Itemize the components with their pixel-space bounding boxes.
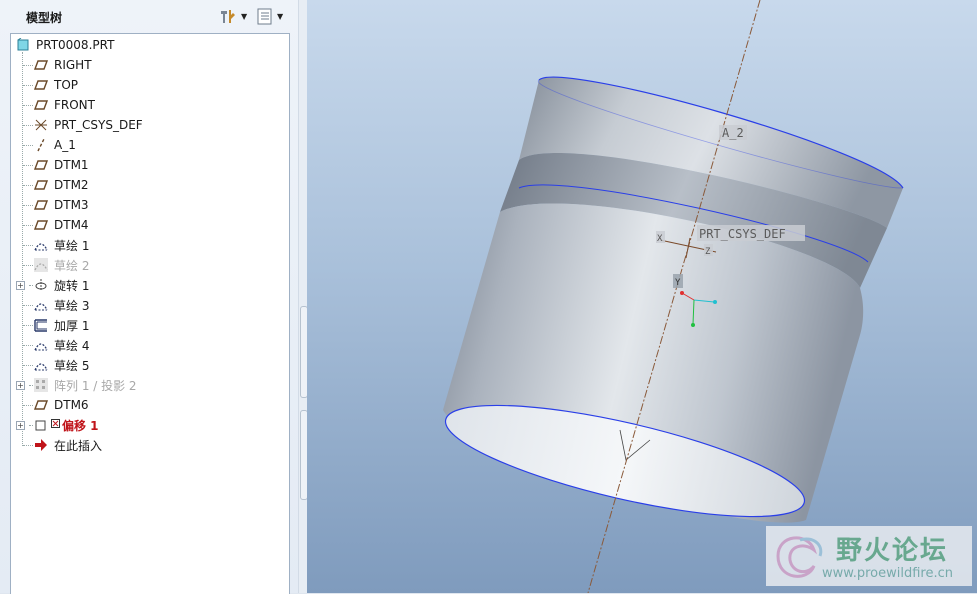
watermark-logo-icon [776,536,823,578]
sketch-icon [34,338,48,352]
tree-item-label: TOP [54,78,79,92]
model-3d-view: A_2 PRT_CSYS_DEF X Z Y [443,0,904,593]
tree-item-label: 草绘 2 [54,258,90,273]
tree-item-label: 偏移 1 [62,418,99,433]
tree-root-part[interactable]: PRT0008.PRT [11,35,287,55]
triad-x-dot [680,291,684,295]
datum-plane-icon [33,58,49,72]
expand-toggle[interactable]: + [16,421,25,430]
tree-item-label: 加厚 1 [54,318,90,333]
part-icon [16,37,30,52]
tree-item-dtm2[interactable]: DTM2 [11,175,287,195]
model-tree: PRT0008.PRT RIGHT TOP FRONT PRT_CSYS_DEF… [10,33,290,594]
tree-settings-button[interactable]: ▼ [218,6,247,26]
tree-item-pattern-1[interactable]: + 阵列 1 / 投影 2 [11,375,287,395]
datum-plane-icon [33,178,49,192]
tree-item-label: 草绘 4 [54,338,90,353]
expand-toggle[interactable]: + [16,281,25,290]
datum-plane-icon [33,98,49,112]
tree-columns-button[interactable]: ▼ [256,6,283,26]
tree-item-insert-here[interactable]: 在此插入 [11,435,287,455]
offset-icon [34,418,48,432]
tree-item-label: 在此插入 [54,438,103,453]
sketch-icon [34,258,48,272]
sketch-icon [34,358,48,372]
pattern-icon [34,378,48,392]
tree-item-front[interactable]: FRONT [11,95,287,115]
tree-item-revolve-1[interactable]: + 旋转 1 [11,275,287,295]
tree-item-sketch-5[interactable]: 草绘 5 [11,355,287,375]
tree-item-label: 阵列 1 / 投影 2 [54,378,137,393]
tree-item-label: FRONT [54,98,95,112]
tree-item-label: DTM1 [54,158,89,172]
coordinate-system-icon [34,118,48,132]
datum-plane-icon [33,158,49,172]
tree-item-dtm6[interactable]: DTM6 [11,395,287,415]
triad-z-dot [691,323,695,327]
tree-item-label: DTM4 [54,218,89,232]
tree-item-label: A_1 [54,138,76,152]
tree-item-sketch-3[interactable]: 草绘 3 [11,295,287,315]
tree-item-prt-csys-def[interactable]: PRT_CSYS_DEF [11,115,287,135]
triad-y-dot [713,300,717,304]
tree-item-label: 草绘 1 [54,238,90,253]
tree-item-label: DTM3 [54,198,89,212]
insert-here-arrow-icon [34,438,48,452]
csys-z-label: Z [705,247,711,257]
expand-toggle[interactable]: + [16,381,25,390]
watermark: 野火论坛 www.proewildfire.cn [766,526,972,586]
tree-item-sketch-2[interactable]: 草绘 2 [11,255,287,275]
sketch-icon [34,238,48,252]
tree-item-dtm1[interactable]: DTM1 [11,155,287,175]
watermark-title: 野火论坛 [836,536,949,566]
graphics-viewport[interactable]: A_2 PRT_CSYS_DEF X Z Y [307,0,977,593]
tree-item-label: 草绘 3 [54,298,90,313]
tree-item-dtm3[interactable]: DTM3 [11,195,287,215]
axis-label-a2: A_2 [722,126,744,140]
tree-item-offset-1[interactable]: + 偏移 1 [11,415,287,435]
csys-x-label: X [657,234,663,244]
tree-item-sketch-4[interactable]: 草绘 4 [11,335,287,355]
tree-item-sketch-1[interactable]: 草绘 1 [11,235,287,255]
tree-item-thicken-1[interactable]: 加厚 1 [11,315,287,335]
model-tree-title: 模型树 [26,11,63,25]
chevron-down-icon: ▼ [277,11,284,21]
sketch-icon [34,298,48,312]
model-tree-panel: 模型树 ▼ ▼ PRT0008.PRT RIGHT TOP FRONT PRT_… [0,0,299,594]
csys-y-label: Y [675,278,681,288]
csys-label: PRT_CSYS_DEF [699,227,786,241]
datum-axis-icon [34,138,48,152]
watermark-url: www.proewildfire.cn [822,566,953,581]
tree-item-dtm4[interactable]: DTM4 [11,215,287,235]
datum-plane-icon [33,78,49,92]
tree-item-label: RIGHT [54,58,92,72]
chevron-down-icon: ▼ [241,11,248,21]
tree-item-right[interactable]: RIGHT [11,55,287,75]
tree-item-top[interactable]: TOP [11,75,287,95]
datum-plane-icon [33,198,49,212]
tree-root-label: PRT0008.PRT [36,38,115,52]
tree-item-a1[interactable]: A_1 [11,135,287,155]
thicken-icon [34,318,48,332]
tree-item-label: DTM2 [54,178,89,192]
tree-item-label: 旋转 1 [54,278,90,293]
tree-item-label: PRT_CSYS_DEF [54,118,143,132]
model-tree-header: 模型树 ▼ ▼ [0,0,298,32]
tree-item-label: DTM6 [54,398,89,412]
tree-columns-icon [257,8,272,25]
revolve-icon [34,278,48,292]
datum-plane-icon [33,218,49,232]
tree-settings-icon [221,10,235,23]
tree-item-label: 草绘 5 [54,358,90,373]
datum-plane-icon [33,398,49,412]
error-flag-icon [51,417,60,428]
